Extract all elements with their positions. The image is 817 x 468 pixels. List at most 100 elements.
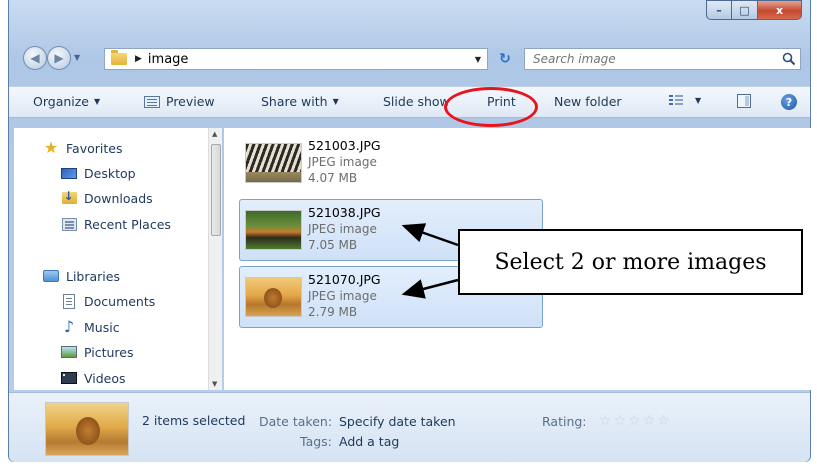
desktop-icon (60, 165, 78, 181)
new-folder-label: New folder (554, 94, 622, 109)
preview-button[interactable]: Preview (144, 94, 215, 109)
rating-star-icon[interactable]: ☆ (643, 414, 656, 428)
search-icon[interactable] (778, 52, 800, 66)
nav-item-favorites[interactable]: ★ Favorites (42, 138, 123, 157)
back-arrow-icon: ◀ (30, 51, 40, 65)
organize-caret-icon: ▼ (94, 97, 101, 106)
views-icon (669, 94, 683, 107)
nav-item-music[interactable]: ♪ Music (60, 319, 120, 335)
change-view-button[interactable]: ▼ (669, 94, 701, 107)
slide-show-button[interactable]: Slide show (383, 94, 450, 109)
refresh-button[interactable]: ↻ (491, 48, 519, 70)
nav-item-label: Downloads (84, 190, 153, 206)
rating-star-icon[interactable]: ☆ (614, 414, 627, 428)
organize-menu[interactable]: Organize ▼ (33, 94, 100, 109)
address-row: ◀ ▶ ▼ ▶ image ▼ ↻ (9, 43, 810, 73)
file-type: JPEG image (308, 155, 377, 169)
date-taken-field[interactable]: Specify date taken (339, 414, 456, 429)
downloads-icon (60, 189, 78, 206)
selection-count: 2 items selected (142, 413, 246, 428)
lion-thumbnail (245, 277, 302, 317)
file-name: 521070.JPG (308, 272, 381, 287)
lion-preview-thumbnail (45, 402, 129, 456)
details-pane: 2 items selected Date taken: Specify dat… (9, 392, 810, 462)
nav-item-label: Favorites (66, 140, 123, 156)
nav-item-libraries[interactable]: Libraries (42, 268, 120, 284)
documents-icon (60, 293, 78, 309)
star-icon: ★ (43, 138, 59, 157)
nav-item-downloads[interactable]: Downloads (60, 189, 153, 206)
nav-item-label: Documents (84, 293, 156, 309)
window-controls: – □ x (706, 0, 802, 20)
nav-item-label: Libraries (66, 268, 120, 284)
organize-label: Organize (33, 94, 89, 109)
nav-item-label: Pictures (84, 344, 134, 360)
preview-pane-icon (737, 94, 751, 108)
rating-stars[interactable]: ☆ ☆ ☆ ☆ ☆ (599, 414, 670, 428)
rating-label: Rating: (542, 414, 587, 429)
tags-label: Tags: (300, 434, 332, 449)
share-with-caret-icon: ▼ (332, 97, 339, 106)
breadcrumb-chevron-icon[interactable]: ▶ (135, 54, 142, 64)
nav-item-videos[interactable]: Videos (60, 370, 126, 386)
music-icon: ♪ (63, 317, 75, 336)
pictures-icon (60, 344, 78, 360)
search-box[interactable] (524, 48, 801, 70)
new-folder-button[interactable]: New folder (554, 94, 622, 109)
forward-arrow-icon: ▶ (54, 51, 64, 65)
minimize-button[interactable]: – (706, 0, 732, 20)
file-item[interactable]: 521003.JPG JPEG image 4.07 MB (239, 132, 543, 194)
nav-item-recent-places[interactable]: Recent Places (60, 216, 171, 232)
file-type: JPEG image (308, 289, 377, 303)
title-bar: – □ x (9, 0, 810, 36)
callout-box: Select 2 or more images (458, 229, 803, 295)
libraries-icon (42, 268, 60, 284)
nav-item-label: Videos (84, 370, 126, 386)
callout-text: Select 2 or more images (494, 249, 767, 275)
maximize-button[interactable]: □ (732, 0, 758, 20)
tags-field[interactable]: Add a tag (339, 434, 399, 449)
scroll-up-icon[interactable]: ▲ (212, 130, 217, 138)
views-caret-icon: ▼ (695, 96, 702, 105)
folder-icon (111, 50, 127, 65)
close-button[interactable]: x (758, 0, 802, 20)
command-bar: Organize ▼ Preview Share with ▼ Slide sh… (9, 86, 810, 118)
scroll-down-icon[interactable]: ▼ (212, 380, 217, 388)
help-icon: ? (781, 94, 797, 110)
videos-icon (60, 370, 79, 386)
date-taken-label: Date taken: (259, 414, 333, 429)
nav-item-documents[interactable]: Documents (60, 293, 155, 309)
zebra-thumbnail (245, 143, 302, 183)
file-size: 7.05 MB (308, 238, 358, 252)
rating-star-icon[interactable]: ☆ (599, 414, 612, 428)
file-name: 521003.JPG (308, 138, 381, 153)
forward-button[interactable]: ▶ (47, 46, 71, 70)
file-size: 2.79 MB (308, 305, 358, 319)
share-with-label: Share with (261, 94, 328, 109)
slide-show-label: Slide show (383, 94, 450, 109)
recent-pages-dropdown-icon[interactable]: ▼ (74, 53, 80, 62)
nav-item-desktop[interactable]: Desktop (60, 165, 136, 181)
breadcrumb-image[interactable]: image (148, 52, 189, 67)
help-button[interactable]: ? (781, 94, 797, 110)
file-size: 4.07 MB (308, 171, 358, 185)
share-with-menu[interactable]: Share with ▼ (261, 94, 339, 109)
scrollbar-thumb[interactable] (211, 144, 221, 236)
preview-label: Preview (166, 94, 215, 109)
nav-scrollbar[interactable]: ▲ ▼ (208, 128, 222, 390)
address-bar[interactable]: ▶ image ▼ (104, 48, 488, 70)
file-type: JPEG image (308, 222, 377, 236)
preview-pane-button[interactable] (737, 94, 751, 108)
search-input[interactable] (533, 52, 778, 66)
rating-star-icon[interactable]: ☆ (628, 414, 641, 428)
tiger-thumbnail (245, 210, 302, 250)
nav-item-label: Music (84, 319, 120, 335)
nav-item-label: Recent Places (84, 216, 171, 232)
rating-star-icon[interactable]: ☆ (657, 414, 670, 428)
address-dropdown-icon[interactable]: ▼ (475, 55, 481, 64)
recent-places-icon (60, 216, 78, 232)
nav-item-label: Desktop (84, 165, 136, 181)
nav-item-pictures[interactable]: Pictures (60, 344, 134, 360)
file-name: 521038.JPG (308, 205, 381, 220)
back-button[interactable]: ◀ (23, 46, 47, 70)
